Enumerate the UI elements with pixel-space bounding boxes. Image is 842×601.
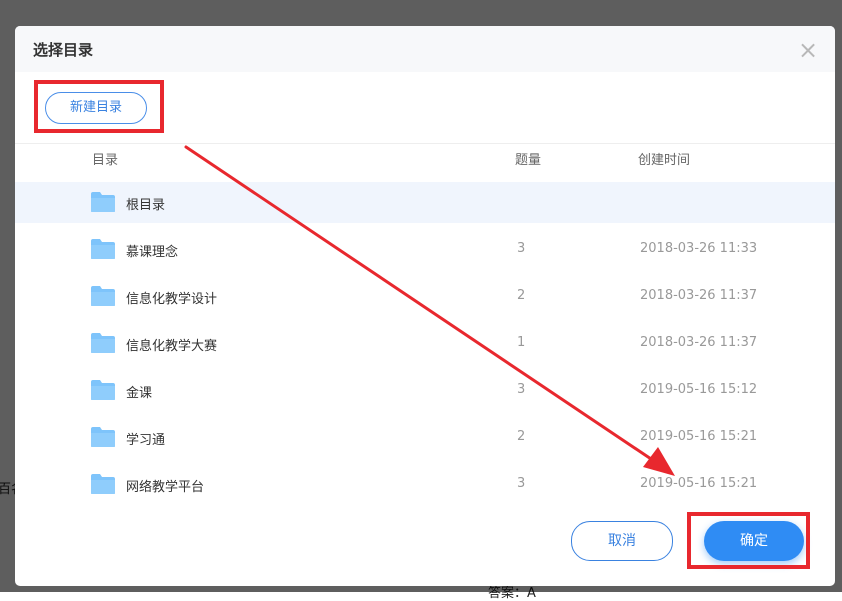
annotation-arrow bbox=[184, 145, 675, 476]
